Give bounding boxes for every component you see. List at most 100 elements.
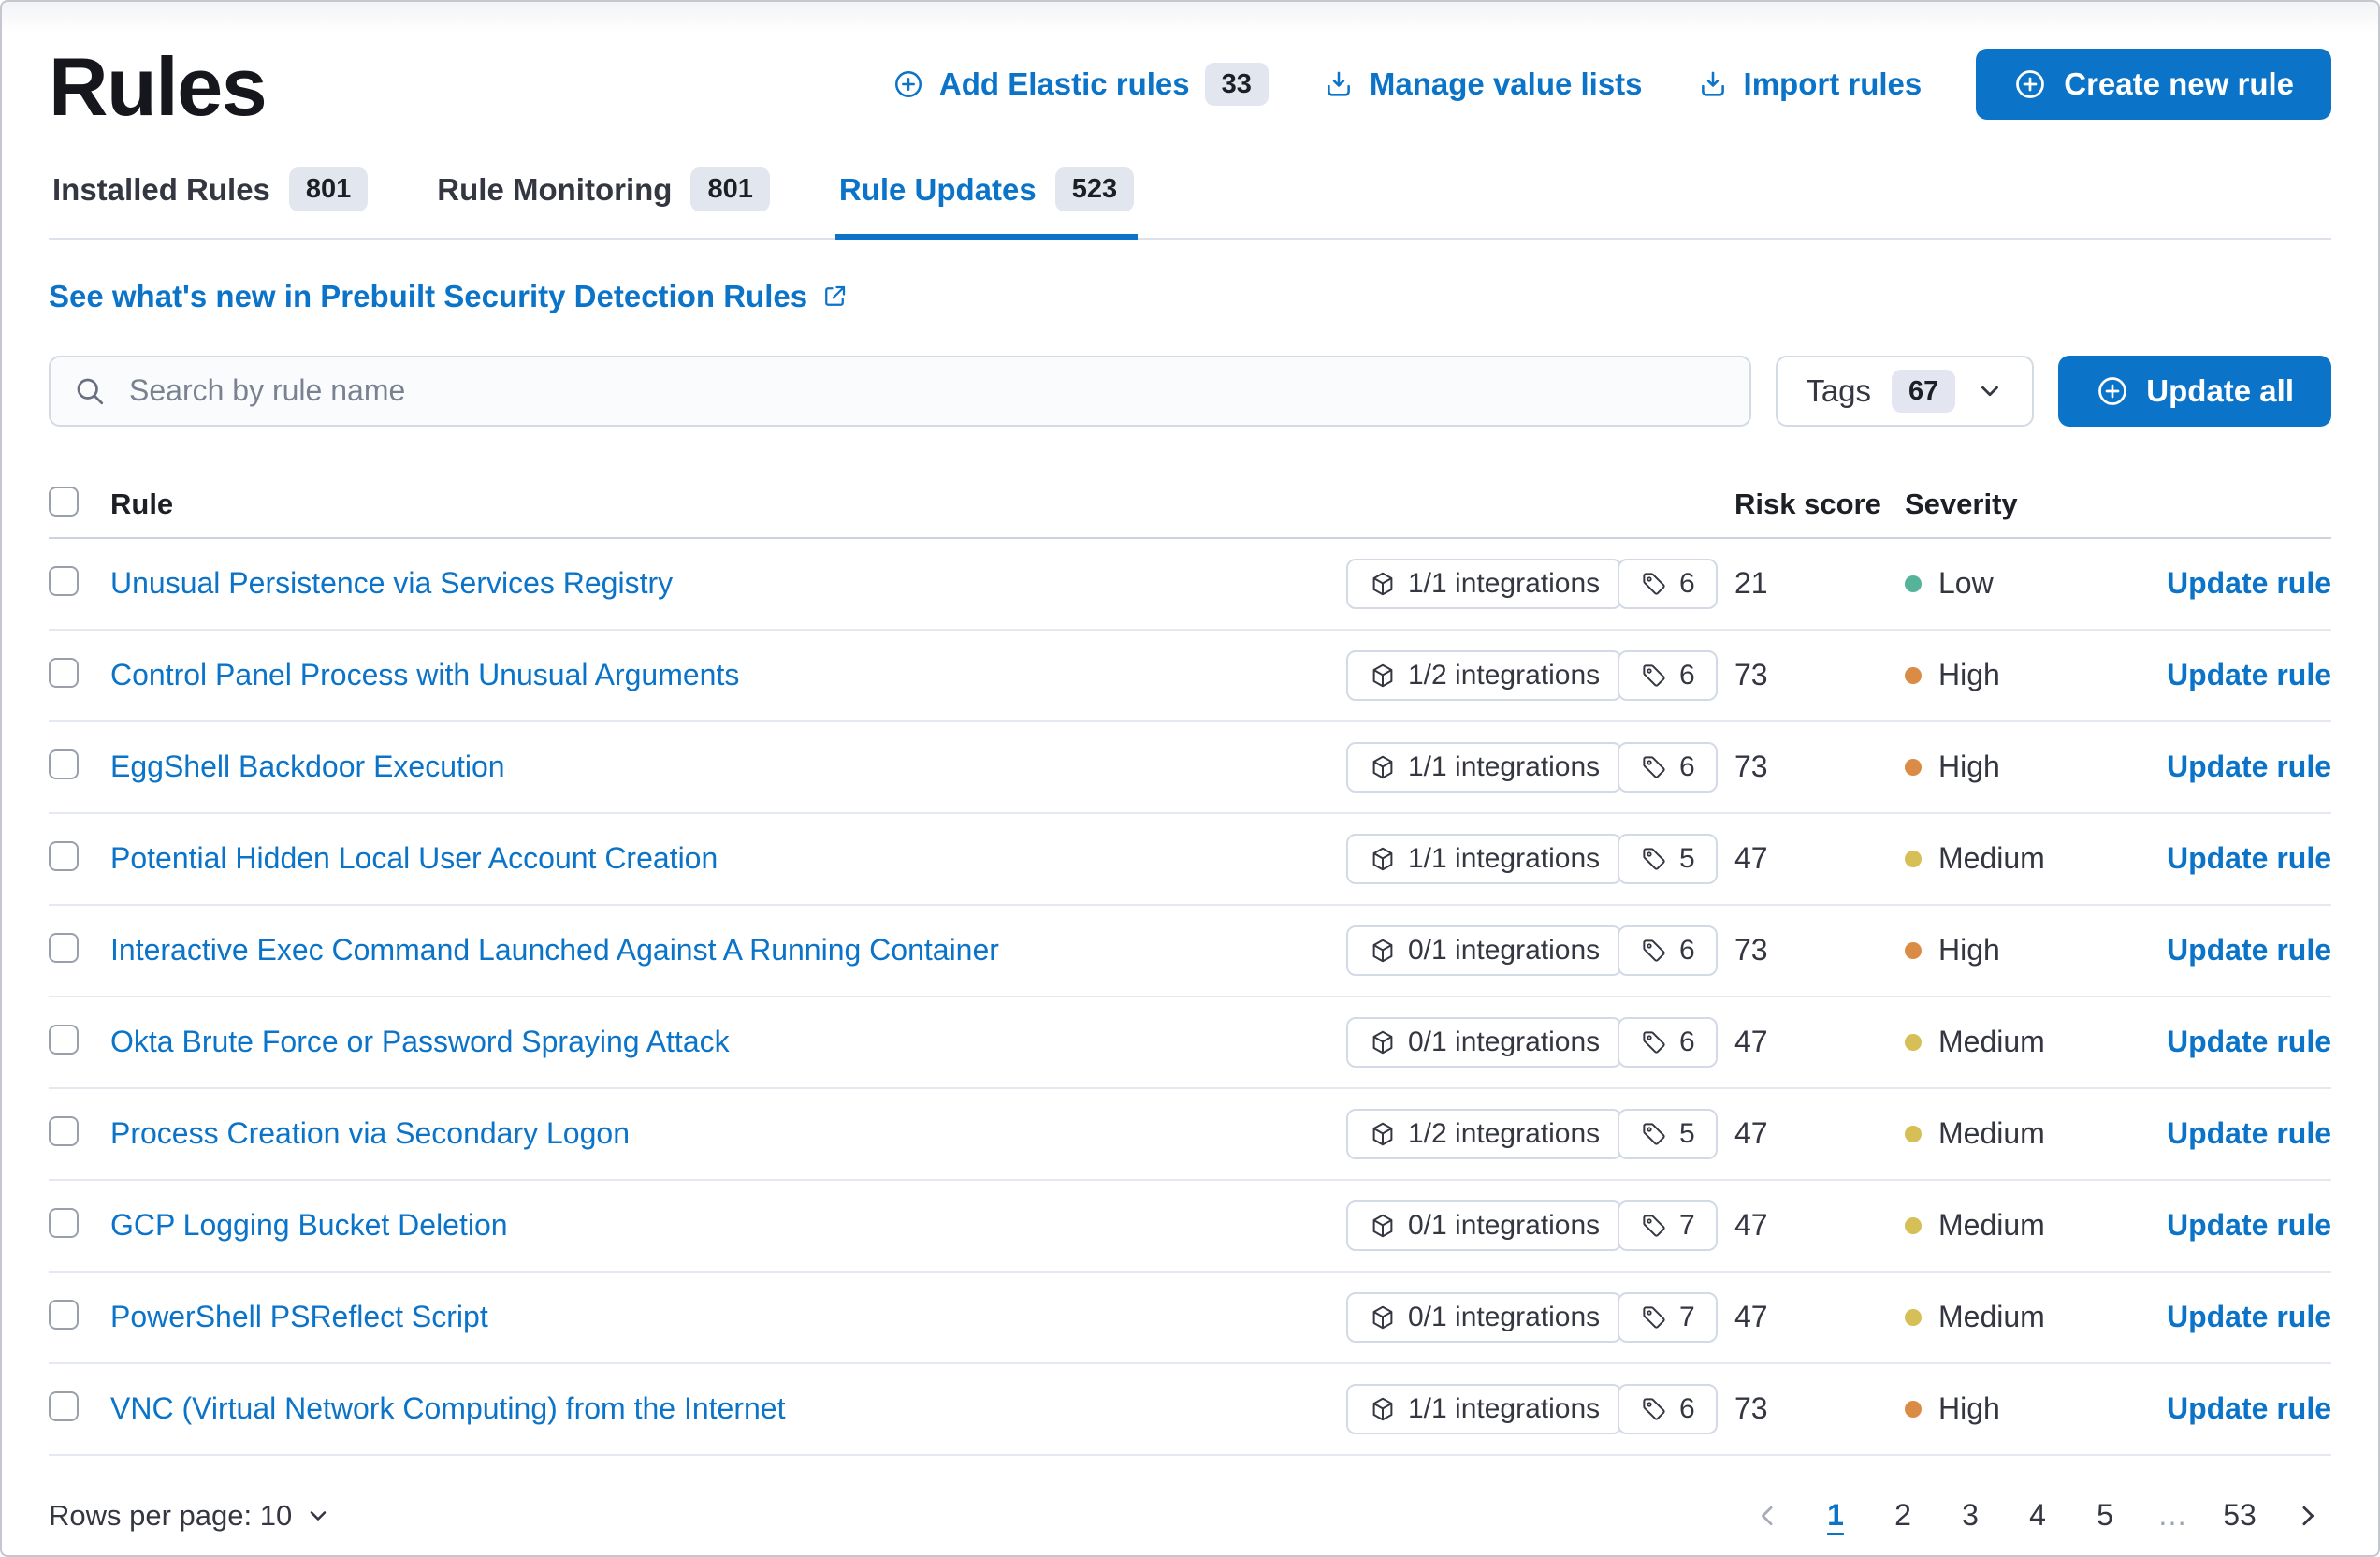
- update-rule-link[interactable]: Update rule: [2167, 1025, 2331, 1059]
- integrations-badge[interactable]: 0/1 integrations: [1346, 924, 1623, 976]
- row-checkbox[interactable]: [49, 1116, 79, 1147]
- update-all-label: Update all: [2146, 372, 2294, 408]
- row-checkbox[interactable]: [49, 841, 79, 872]
- row-checkbox[interactable]: [49, 658, 79, 689]
- update-rule-link[interactable]: Update rule: [2167, 933, 2331, 968]
- severity-label: High: [1938, 749, 2000, 784]
- rule-name-link[interactable]: Process Creation via Secondary Logon: [110, 1116, 630, 1150]
- update-rule-link[interactable]: Update rule: [2167, 749, 2331, 784]
- tags-badge[interactable]: 6: [1618, 558, 1718, 609]
- page-button-1[interactable]: 1: [1811, 1488, 1860, 1544]
- package-icon: [1369, 1028, 1397, 1056]
- whats-new-link[interactable]: See what's new in Prebuilt Security Dete…: [49, 279, 849, 314]
- table-row: VNC (Virtual Network Computing) from the…: [49, 1364, 2331, 1456]
- integrations-badge[interactable]: 1/1 integrations: [1346, 558, 1623, 609]
- risk-score-value: 47: [1734, 1300, 1768, 1334]
- tag-icon: [1640, 570, 1668, 598]
- plus-circle-icon: [2096, 374, 2129, 408]
- search-input[interactable]: [49, 355, 1752, 427]
- column-header-risk-score: Risk score: [1734, 487, 1881, 520]
- tags-badge[interactable]: 6: [1618, 924, 1718, 976]
- next-page-button[interactable]: [2283, 1488, 2331, 1544]
- previous-page-button[interactable]: [1744, 1488, 1792, 1544]
- row-checkbox[interactable]: [49, 566, 79, 597]
- update-rule-link[interactable]: Update rule: [2167, 1116, 2331, 1151]
- row-checkbox[interactable]: [49, 749, 79, 780]
- integrations-badge[interactable]: 1/2 integrations: [1346, 649, 1623, 701]
- tags-filter-button[interactable]: Tags 67: [1776, 355, 2035, 427]
- page-button-53[interactable]: 53: [2215, 1488, 2264, 1544]
- rule-name-link[interactable]: Control Panel Process with Unusual Argum…: [110, 658, 739, 691]
- severity-label: Medium: [1938, 1025, 2045, 1059]
- tags-count-badge: 67: [1892, 369, 1956, 414]
- tags-badge[interactable]: 6: [1618, 741, 1718, 793]
- manage-value-lists-button[interactable]: Manage value lists: [1323, 66, 1643, 102]
- integrations-badge[interactable]: 1/1 integrations: [1346, 741, 1623, 793]
- package-icon: [1369, 753, 1397, 781]
- select-all-checkbox[interactable]: [49, 487, 79, 517]
- tab-installed-rules[interactable]: Installed Rules 801: [49, 154, 371, 240]
- create-new-rule-button[interactable]: Create new rule: [1976, 49, 2331, 120]
- rule-name-link[interactable]: Interactive Exec Command Launched Agains…: [110, 933, 999, 967]
- rule-name-link[interactable]: Potential Hidden Local User Account Crea…: [110, 841, 718, 875]
- update-rule-link[interactable]: Update rule: [2167, 658, 2331, 692]
- tags-badge[interactable]: 5: [1618, 1108, 1718, 1159]
- create-new-rule-label: Create new rule: [2064, 66, 2294, 101]
- severity-label: Medium: [1938, 1116, 2045, 1151]
- integrations-badge[interactable]: 1/1 integrations: [1346, 833, 1623, 884]
- rules-page: Rules Add Elastic rules 33 Manage value …: [0, 0, 2380, 1557]
- severity-dot: [1905, 575, 1922, 592]
- update-rule-link[interactable]: Update rule: [2167, 566, 2331, 601]
- integrations-badge[interactable]: 1/2 integrations: [1346, 1108, 1623, 1159]
- page-button-5[interactable]: 5: [2081, 1488, 2129, 1544]
- update-rule-link[interactable]: Update rule: [2167, 1208, 2331, 1243]
- row-checkbox[interactable]: [49, 933, 79, 964]
- rules-table: Rule Risk score Severity Unusual Persist…: [49, 472, 2331, 1456]
- page-button-4[interactable]: 4: [2013, 1488, 2062, 1544]
- severity-label: High: [1938, 933, 2000, 968]
- tag-icon: [1640, 662, 1668, 690]
- chevron-left-icon: [1754, 1502, 1782, 1530]
- plus-circle-icon: [892, 68, 924, 100]
- integrations-badge[interactable]: 0/1 integrations: [1346, 1291, 1623, 1343]
- integrations-badge[interactable]: 0/1 integrations: [1346, 1200, 1623, 1251]
- add-elastic-rules-count-badge: 33: [1204, 62, 1269, 107]
- tags-badge[interactable]: 7: [1618, 1200, 1718, 1251]
- tab-rule-monitoring[interactable]: Rule Monitoring 801: [433, 154, 774, 240]
- update-rule-link[interactable]: Update rule: [2167, 1300, 2331, 1334]
- rows-per-page-button[interactable]: Rows per page: 10: [49, 1499, 331, 1533]
- row-checkbox[interactable]: [49, 1025, 79, 1055]
- tags-badge[interactable]: 6: [1618, 649, 1718, 701]
- page-header: Rules Add Elastic rules 33 Manage value …: [49, 39, 2331, 134]
- update-all-button[interactable]: Update all: [2058, 355, 2331, 427]
- page-button-3[interactable]: 3: [1946, 1488, 1995, 1544]
- add-elastic-rules-button[interactable]: Add Elastic rules 33: [892, 62, 1269, 107]
- update-rule-link[interactable]: Update rule: [2167, 841, 2331, 876]
- row-checkbox[interactable]: [49, 1391, 79, 1422]
- tags-badge[interactable]: 6: [1618, 1383, 1718, 1434]
- page-button-2[interactable]: 2: [1879, 1488, 1927, 1544]
- rule-name-link[interactable]: PowerShell PSReflect Script: [110, 1300, 488, 1333]
- tab-rule-updates[interactable]: Rule Updates 523: [834, 154, 1139, 240]
- rule-name-link[interactable]: Unusual Persistence via Services Registr…: [110, 566, 673, 600]
- row-checkbox[interactable]: [49, 1300, 79, 1331]
- rows-per-page-label: Rows per page: 10: [49, 1498, 293, 1532]
- update-rule-link[interactable]: Update rule: [2167, 1391, 2331, 1426]
- table-row: Process Creation via Secondary Logon 1/2…: [49, 1089, 2331, 1181]
- risk-score-value: 21: [1734, 566, 1768, 601]
- tag-icon: [1640, 1212, 1668, 1240]
- rule-name-link[interactable]: Okta Brute Force or Password Spraying At…: [110, 1025, 730, 1058]
- rule-name-link[interactable]: VNC (Virtual Network Computing) from the…: [110, 1391, 785, 1425]
- integrations-badge[interactable]: 0/1 integrations: [1346, 1016, 1623, 1068]
- integrations-badge[interactable]: 1/1 integrations: [1346, 1383, 1623, 1434]
- rule-name-link[interactable]: EggShell Backdoor Execution: [110, 749, 505, 783]
- row-checkbox[interactable]: [49, 1208, 79, 1239]
- severity-dot: [1905, 666, 1922, 684]
- rule-name-link[interactable]: GCP Logging Bucket Deletion: [110, 1208, 508, 1242]
- tags-badge[interactable]: 7: [1618, 1291, 1718, 1343]
- tags-badge[interactable]: 6: [1618, 1016, 1718, 1068]
- search-icon: [73, 374, 107, 408]
- import-rules-button[interactable]: Import rules: [1697, 66, 1922, 102]
- tags-badge[interactable]: 5: [1618, 833, 1718, 884]
- table-row: Unusual Persistence via Services Registr…: [49, 539, 2331, 631]
